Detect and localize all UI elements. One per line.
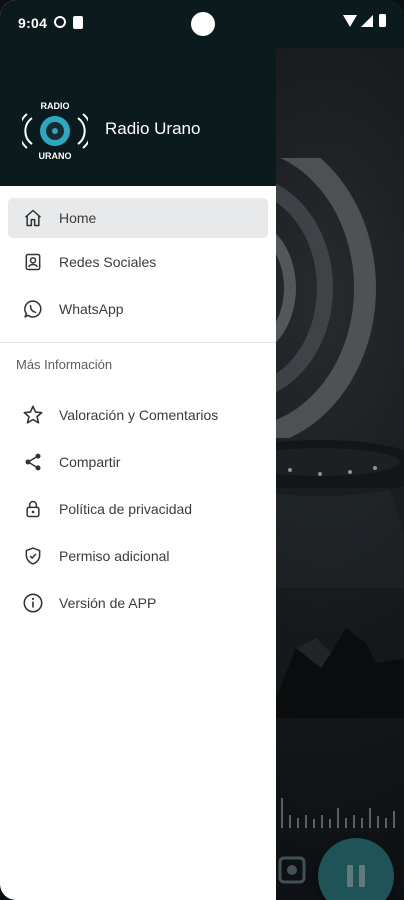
menu-item-redes-sociales[interactable]: Redes Sociales — [0, 238, 276, 285]
contact-card-icon — [22, 251, 44, 273]
status-indicators — [343, 14, 386, 27]
front-camera — [191, 12, 215, 36]
drawer-menu: Home Redes Sociales WhatsApp Más Informa… — [0, 186, 276, 626]
app-name: Radio Urano — [105, 119, 201, 138]
logo-text-bottom: URANO — [39, 151, 72, 160]
phone-screen: ros 9:04 RADIO URAN — [0, 0, 404, 900]
lock-icon — [22, 498, 44, 520]
menu-item-compartir[interactable]: Compartir — [0, 438, 276, 485]
wifi-icon — [343, 14, 357, 27]
menu-item-version-app-label: Versión de APP — [59, 594, 157, 611]
shield-check-icon — [22, 545, 44, 567]
menu-item-compartir-label: Compartir — [59, 453, 121, 470]
notification-icon — [54, 16, 66, 28]
menu-item-whatsapp[interactable]: WhatsApp — [0, 285, 276, 332]
status-bar: 9:04 — [0, 0, 404, 48]
menu-item-home[interactable]: Home — [8, 198, 268, 238]
menu-item-politica-privacidad-label: Política de privacidad — [59, 500, 193, 517]
menu-item-home-label: Home — [59, 210, 97, 226]
gesture-home-bar[interactable] — [150, 885, 256, 889]
drawer-header: RADIO URANO Radio Urano — [0, 48, 276, 186]
radio-urano-logo: RADIO URANO — [22, 101, 88, 160]
signal-icon — [361, 14, 373, 27]
sd-card-icon — [73, 16, 83, 29]
star-icon — [22, 404, 44, 426]
menu-item-permiso-adicional-label: Permiso adicional — [59, 547, 170, 564]
status-time: 9:04 — [18, 15, 48, 31]
battery-icon — [379, 14, 386, 27]
menu-item-version-app[interactable]: Versión de APP — [0, 579, 276, 626]
menu-item-redes-sociales-label: Redes Sociales — [59, 253, 157, 270]
share-icon — [22, 451, 44, 473]
info-icon — [22, 592, 44, 614]
menu-item-politica-privacidad[interactable]: Política de privacidad — [0, 485, 276, 532]
menu-item-valoracion-label: Valoración y Comentarios — [59, 406, 219, 423]
whatsapp-icon — [22, 298, 44, 320]
menu-item-whatsapp-label: WhatsApp — [59, 300, 124, 317]
logo-text-top: RADIO — [41, 101, 70, 111]
menu-item-permiso-adicional[interactable]: Permiso adicional — [0, 532, 276, 579]
section-title-mas-informacion: Más Información — [16, 357, 113, 372]
navigation-drawer: RADIO URANO Radio Urano Home Redes Socia… — [0, 0, 276, 900]
home-icon — [22, 207, 44, 229]
menu-item-valoracion[interactable]: Valoración y Comentarios — [0, 391, 276, 438]
